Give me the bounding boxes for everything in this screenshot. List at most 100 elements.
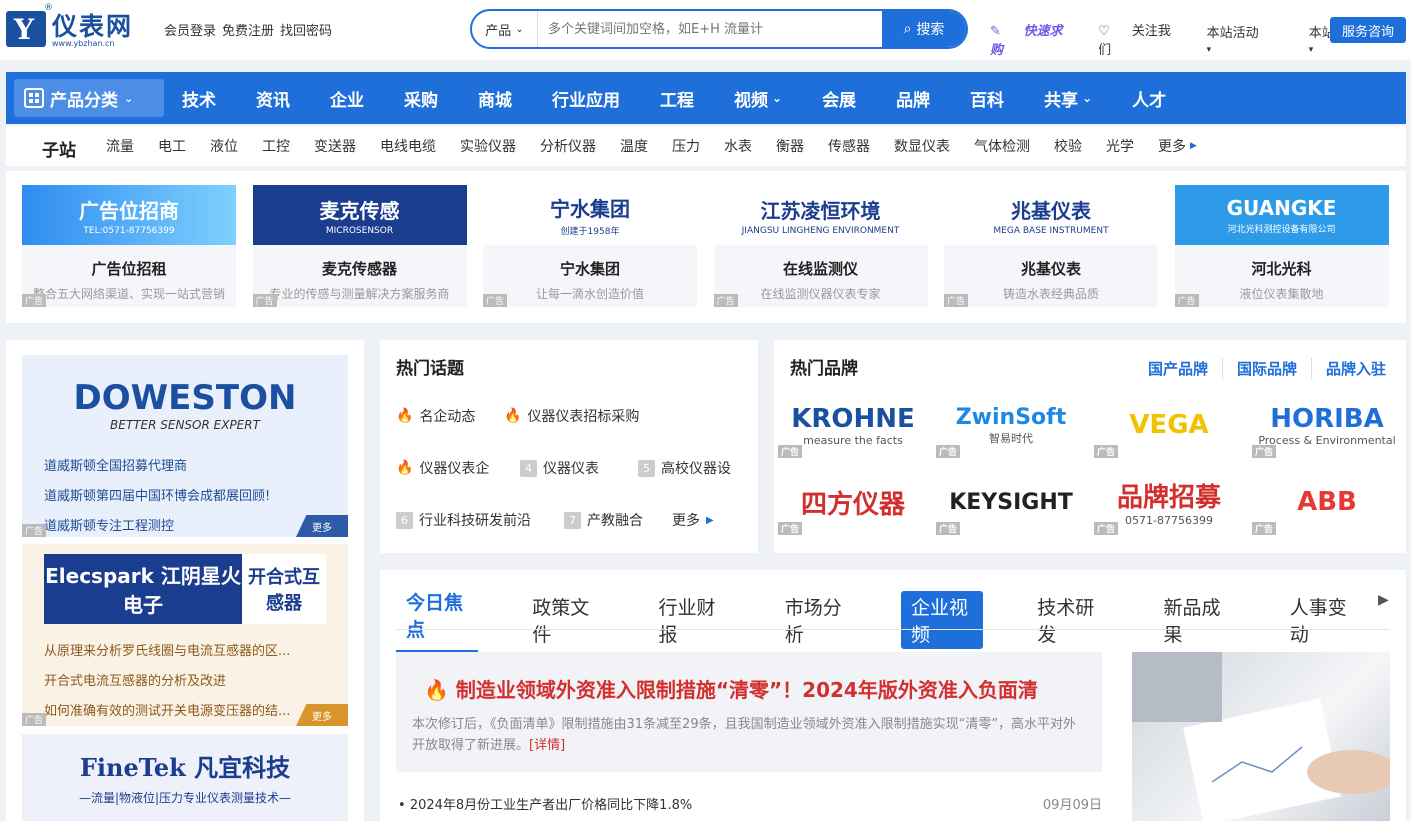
site-logo[interactable]: ® 仪表网 www.ybzhan.cn: [6, 3, 156, 51]
tab-6[interactable]: 新品成果: [1154, 591, 1236, 649]
nav-item-7[interactable]: 视频: [734, 86, 768, 111]
brand-logo-3[interactable]: HORIBA Process & Environmental 广告: [1252, 392, 1402, 458]
nav-item-11[interactable]: 共享: [1044, 86, 1078, 111]
brand-logo-4[interactable]: 四方仪器 广告: [778, 469, 928, 535]
find-password-link[interactable]: 找回密码: [280, 20, 332, 39]
list-item[interactable]: 道威斯顿全国招募代理商: [44, 455, 348, 474]
ad-card-1[interactable]: 麦克传感 MICROSENSOR 麦克传感器 专业的传感与测量解决方案服务商 广…: [252, 185, 467, 307]
featured-detail-link[interactable]: [详情]: [529, 738, 565, 753]
ad-banner: 宁水集团 创建于1958年: [483, 185, 697, 245]
list-item[interactable]: 道威斯顿第四届中国环博会成都展回顾!: [44, 485, 348, 504]
chevron-right-icon[interactable]: ▶: [1378, 592, 1389, 608]
nav-item-12[interactable]: 人才: [1132, 86, 1166, 111]
tab-4[interactable]: 企业视频: [901, 590, 984, 649]
substation-item-4[interactable]: 变送器: [314, 136, 356, 156]
consult-button[interactable]: 服务咨询: [1330, 17, 1406, 43]
hot-topic-7[interactable]: 7 产教融合: [564, 510, 643, 530]
hot-topic-5[interactable]: 5 高校仪器设: [638, 458, 731, 478]
ad-card-0[interactable]: 广告位招商 TEL:0571-87756399 广告位招租 整合五大网络渠道、实…: [22, 185, 236, 307]
substation-item-9[interactable]: 压力: [672, 136, 700, 156]
substation-item-3[interactable]: 工控: [262, 136, 290, 156]
substation-item-8[interactable]: 温度: [620, 136, 648, 156]
list-item[interactable]: 开合式电流互感器的分析及改进: [44, 670, 348, 689]
substation-item-2[interactable]: 液位: [210, 136, 238, 156]
ad-card-3[interactable]: 江苏凌恒环境 JIANGSU LINGHENG ENVIRONMENT 在线监测…: [713, 185, 928, 307]
tab-1[interactable]: 政策文件: [522, 591, 604, 649]
activities-menu[interactable]: 本站活动 ▾: [1207, 22, 1291, 56]
hot-topic-4[interactable]: 4 仪器仪表: [520, 458, 599, 478]
left-ad-finetek[interactable]: FineTek 凡宜科技 —流量|物液位|压力专业仪表测量技术—: [22, 734, 348, 821]
substation-item-13[interactable]: 数显仪表: [894, 136, 950, 156]
featured-title[interactable]: 🔥 制造业领域外资准入限制措施“清零”！2024年版外资准入负面清: [424, 674, 1038, 703]
featured-news[interactable]: 🔥 制造业领域外资准入限制措施“清零”！2024年版外资准入负面清 本次修订后，…: [396, 652, 1102, 772]
quick-buy-link[interactable]: ✎ 快速求购: [990, 20, 1080, 58]
substation-item-10[interactable]: 水表: [724, 136, 752, 156]
nav-item-9[interactable]: 品牌: [896, 86, 930, 111]
brand-logo-6[interactable]: 品牌招募 0571-87756399 广告: [1094, 469, 1244, 535]
brand-logo-0[interactable]: KROHNE measure the facts 广告: [778, 392, 928, 458]
tab-2[interactable]: 行业财报: [649, 591, 731, 649]
ad-tag: 广告: [1252, 522, 1277, 535]
tab-5[interactable]: 技术研发: [1027, 591, 1109, 649]
left-ad-column: DOWESTON BETTER SENSOR EXPERT 道威斯顿全国招募代理…: [6, 340, 364, 821]
ad-banner-title: 麦克传感: [319, 198, 400, 223]
search-category-select[interactable]: 产品 ⌄: [472, 11, 538, 47]
hot-topic-6[interactable]: 6 行业科技研发前沿: [396, 510, 531, 530]
list-item[interactable]: 从原理来分析罗氏线圈与电流互感器的区...: [44, 640, 348, 659]
nav-item-3[interactable]: 采购: [404, 86, 438, 111]
nav-item-10[interactable]: 百科: [970, 86, 1004, 111]
brand-logo-1[interactable]: ZwinSoft 智易时代 广告: [936, 392, 1086, 458]
ad-card-5[interactable]: GUANGKE 河北光科测控设备有限公司 河北光科 液位仪表集散地 广告: [1174, 185, 1389, 307]
news-photo[interactable]: [1132, 652, 1397, 821]
search-button[interactable]: ⌕ 搜索: [882, 11, 966, 47]
nav-item-1[interactable]: 资讯: [256, 86, 290, 111]
brand-logo-7[interactable]: ABB 广告: [1252, 469, 1402, 535]
domestic-brands-link[interactable]: 国产品牌: [1148, 358, 1208, 379]
nav-item-6[interactable]: 工程: [660, 86, 694, 111]
search-input[interactable]: [538, 11, 882, 47]
tab-0[interactable]: 今日焦点: [396, 586, 479, 653]
hot-topic-3[interactable]: 🔥 仪器仪表企: [396, 458, 489, 478]
hot-topic-2[interactable]: 🔥 仪器仪表招标采购: [504, 406, 639, 426]
nav-item-4[interactable]: 商城: [478, 86, 512, 111]
hot-topics-more[interactable]: 更多 ▶: [672, 510, 714, 530]
substation-item-5[interactable]: 电线电缆: [380, 136, 436, 156]
left-ad-elecspark[interactable]: Elecspark 江阴星火电子 开合式互感器 从原理来分析罗氏线圈与电流互感器…: [22, 544, 348, 726]
tab-3[interactable]: 市场分析: [775, 591, 857, 649]
ad-tag: 广告: [1094, 522, 1119, 535]
ad-banner: 广告位招商 TEL:0571-87756399: [22, 185, 236, 245]
left-ad-doweston[interactable]: DOWESTON BETTER SENSOR EXPERT 道威斯顿全国招募代理…: [22, 355, 348, 537]
substation-item-11[interactable]: 衡器: [776, 136, 804, 156]
substation-item-15[interactable]: 校验: [1054, 136, 1082, 156]
substation-item-1[interactable]: 电工: [158, 136, 186, 156]
register-link[interactable]: 免费注册: [222, 20, 274, 39]
substation-item-16[interactable]: 光学: [1106, 136, 1134, 156]
news-list-item[interactable]: • 2024年8月份工业生产者出厂价格同比下降1.8% 09月09日: [398, 794, 1102, 813]
brand-logo-5[interactable]: KEYSIGHT 广告: [936, 469, 1086, 535]
tab-7[interactable]: 人事变动: [1280, 591, 1362, 649]
substation-item-17[interactable]: 更多: [1158, 136, 1186, 156]
follow-link[interactable]: ♡ 关注我们: [1098, 20, 1188, 58]
substation-label: 子站: [42, 141, 76, 161]
product-category-button[interactable]: 产品分类 ⌄: [14, 79, 164, 117]
nav-item-5[interactable]: 行业应用: [552, 86, 620, 111]
topic-label: 产教融合: [587, 513, 643, 529]
brand-name: 品牌招募: [1116, 483, 1221, 513]
substation-item-6[interactable]: 实验仪器: [460, 136, 516, 156]
nav-item-2[interactable]: 企业: [330, 86, 364, 111]
nav-item-0[interactable]: 技术: [182, 86, 216, 111]
international-brands-link[interactable]: 国际品牌: [1221, 358, 1297, 379]
substation-item-14[interactable]: 气体检测: [974, 136, 1030, 156]
hot-topic-1[interactable]: 🔥 名企动态: [396, 406, 475, 426]
substation-item-0[interactable]: 流量: [106, 136, 134, 156]
substation-item-7[interactable]: 分析仪器: [540, 136, 596, 156]
elecspark-logo-sub: 开合式互感器: [242, 554, 326, 624]
substation-item-12[interactable]: 传感器: [828, 136, 870, 156]
nav-item-8[interactable]: 会展: [822, 86, 856, 111]
ad-card-4[interactable]: 兆基仪表 MEGA BASE INSTRUMENT 兆基仪表 铸造水表经典品质 …: [944, 185, 1158, 307]
ad-card-2[interactable]: 宁水集团 创建于1958年 宁水集团 让每一滴水创造价值 广告: [483, 185, 697, 307]
login-link[interactable]: 会员登录: [164, 20, 216, 39]
hot-brands-panel: 热门品牌 国产品牌 国际品牌 品牌入驻 KROHNE measure the f…: [774, 340, 1406, 553]
brand-join-link[interactable]: 品牌入驻: [1310, 358, 1386, 379]
brand-logo-2[interactable]: VEGA 广告: [1094, 392, 1244, 458]
